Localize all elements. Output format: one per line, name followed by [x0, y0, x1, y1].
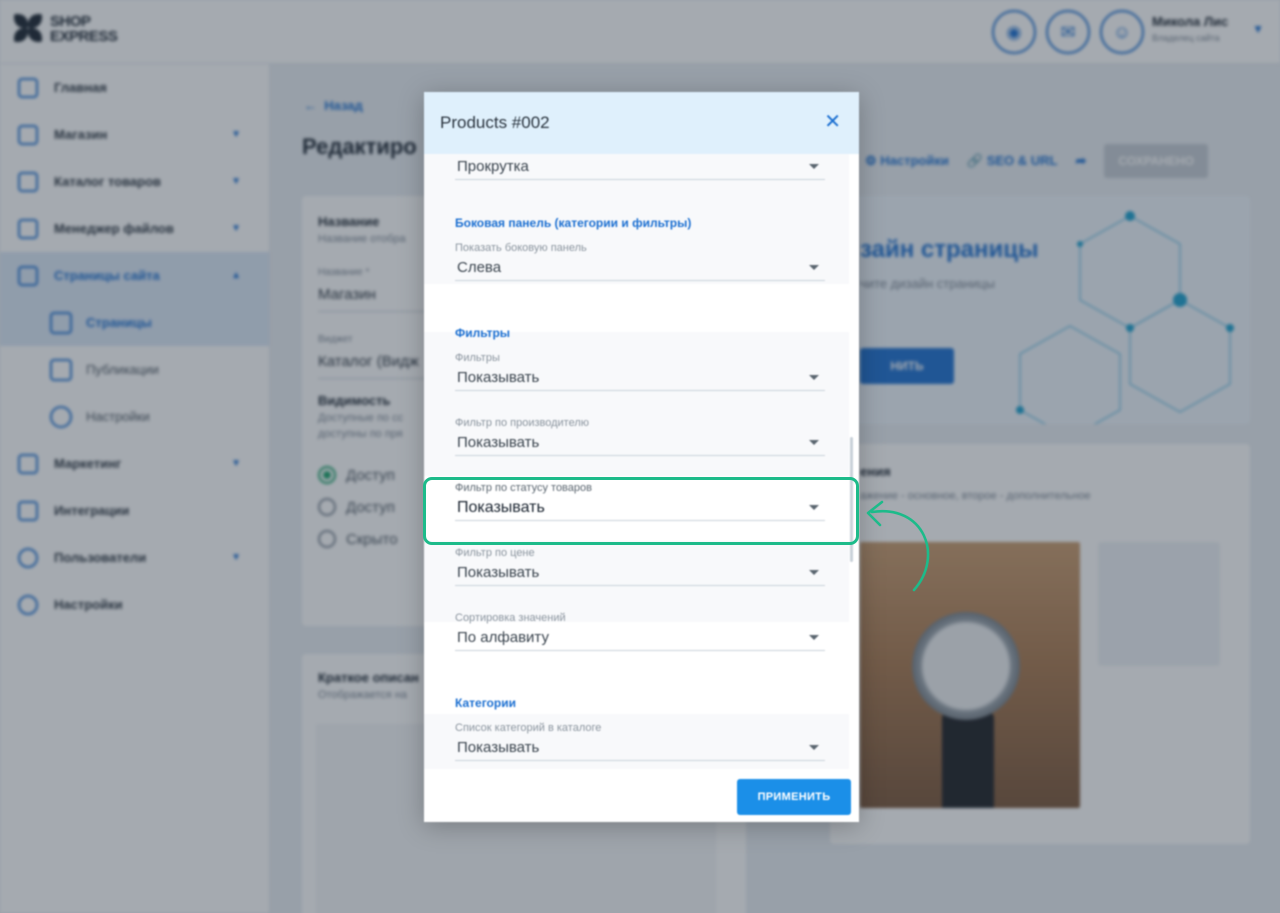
widget-settings-modal: Products #002 ✕ Прокрутка Боковая панель…: [424, 92, 859, 822]
curved-arrow-icon: [866, 500, 930, 592]
highlight-box: [423, 477, 859, 545]
dropdown-caret-icon: [809, 164, 819, 169]
close-icon[interactable]: ✕: [824, 112, 841, 132]
dropdown-caret-icon: [809, 745, 819, 750]
section-categories: Категории: [455, 696, 516, 710]
modal-header: Products #002 ✕: [424, 92, 859, 154]
dropdown-caret-icon: [809, 265, 819, 270]
modal-body: Прокрутка Боковая панель (категории и фи…: [424, 154, 859, 769]
modal-footer: ПРИМЕНИТЬ: [424, 769, 859, 822]
scroll-select[interactable]: Прокрутка: [455, 154, 825, 180]
section-sidebar: Боковая панель (категории и фильтры): [455, 216, 692, 230]
manufacturer-filter-select[interactable]: Фильтр по производителю Показывать: [455, 417, 825, 456]
modal-title: Products #002: [440, 113, 550, 132]
filters-select[interactable]: Фильтры Показывать: [455, 352, 825, 391]
category-list-select[interactable]: Список категорий в каталоге Показывать: [455, 722, 825, 761]
dropdown-caret-icon: [809, 375, 819, 380]
sort-values-select[interactable]: Сортировка значений По алфавиту: [455, 612, 825, 651]
section-filters: Фильтры: [455, 326, 511, 340]
dropdown-caret-icon: [809, 635, 819, 640]
apply-button[interactable]: ПРИМЕНИТЬ: [737, 779, 851, 815]
sidebar-position-select[interactable]: Показать боковую панель Слева: [455, 242, 825, 281]
price-filter-select[interactable]: Фильтр по цене Показывать: [455, 547, 825, 586]
dropdown-caret-icon: [809, 440, 819, 445]
dropdown-caret-icon: [809, 570, 819, 575]
